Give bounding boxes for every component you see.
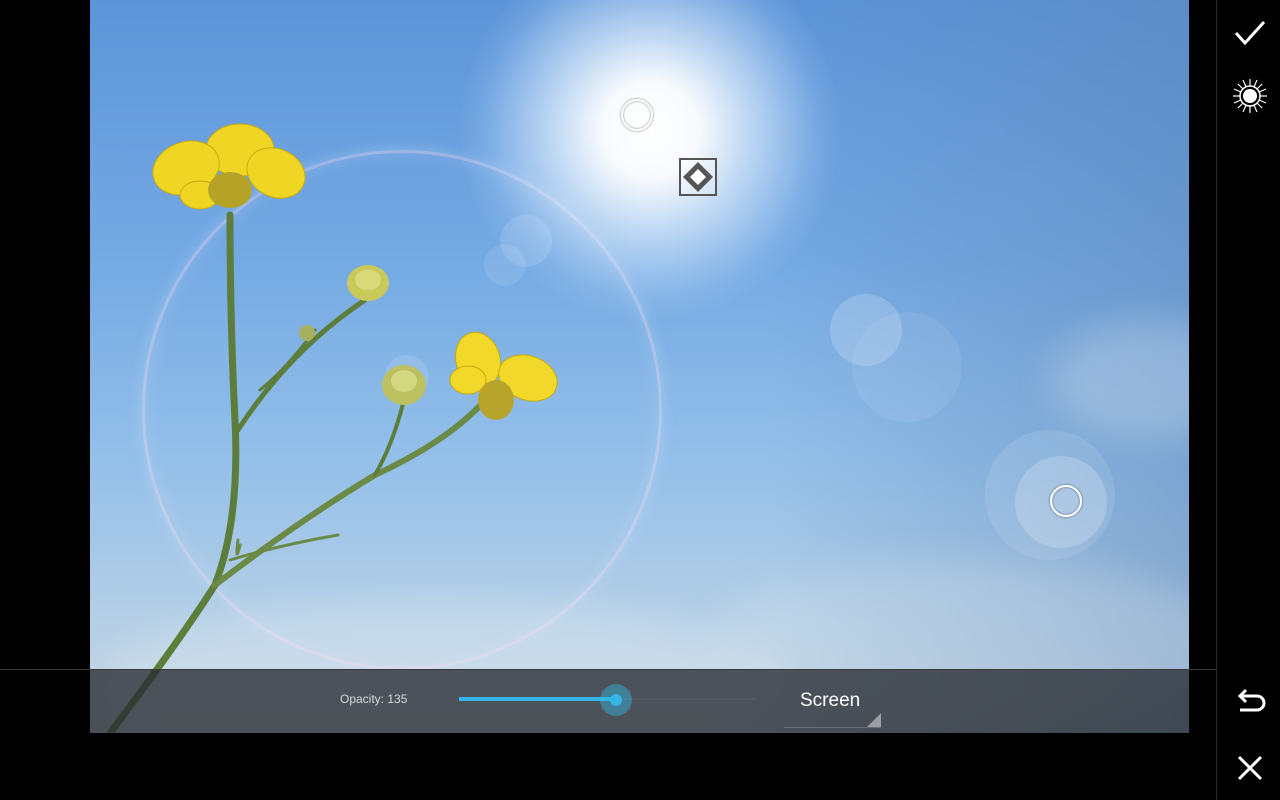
close-icon xyxy=(1237,755,1263,781)
dropdown-corner-icon xyxy=(867,713,881,727)
opacity-slider[interactable] xyxy=(459,684,756,716)
opacity-label: Opacity: 135 xyxy=(340,692,408,706)
blend-mode-dropdown[interactable]: Screen xyxy=(784,682,881,728)
adjustment-panel: Opacity: 135 Screen xyxy=(90,670,1189,733)
blend-mode-value: Screen xyxy=(800,690,861,711)
flare-end-handle[interactable] xyxy=(1050,485,1082,517)
cancel-button[interactable] xyxy=(1233,751,1267,785)
dropdown-underline xyxy=(784,727,881,728)
slider-thumb[interactable] xyxy=(600,684,632,716)
apply-button[interactable] xyxy=(1233,16,1267,50)
check-icon xyxy=(1234,20,1266,46)
flare-center-handle[interactable] xyxy=(621,99,653,131)
lens-flare-icon xyxy=(1233,79,1267,113)
lens-flare-button[interactable] xyxy=(1233,79,1267,113)
undo-icon xyxy=(1237,688,1266,712)
right-toolbar xyxy=(1216,0,1280,800)
undo-button[interactable] xyxy=(1233,687,1267,721)
move-handle-icon[interactable] xyxy=(679,158,717,196)
photo-canvas[interactable] xyxy=(90,0,1189,733)
slider-fill xyxy=(459,697,616,701)
